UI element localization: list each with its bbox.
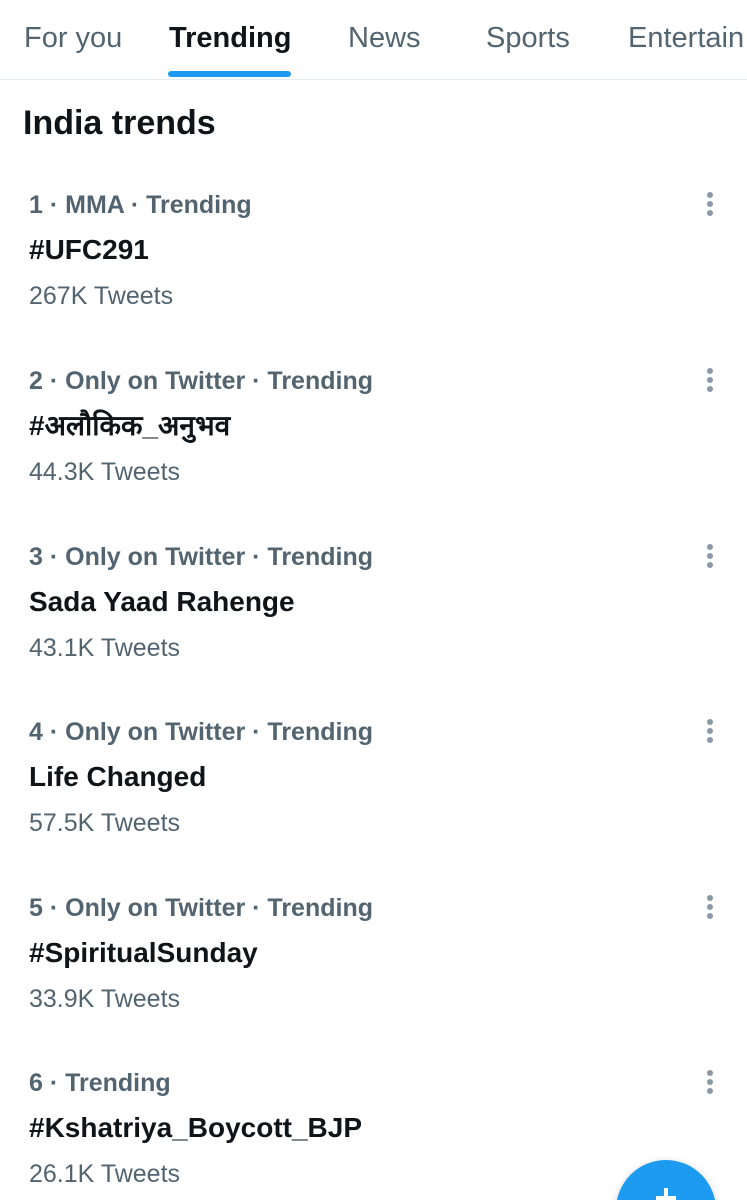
more-vertical-icon	[707, 1070, 713, 1094]
trend-count: 44.3K Tweets	[29, 458, 181, 486]
explore-tabs: For you Trending News Sports Entertain	[0, 0, 747, 80]
trend-item[interactable]: 3 · Only on Twitter · Trending Sada Yaad…	[0, 542, 747, 718]
trend-item[interactable]: 4 · Only on Twitter · Trending Life Chan…	[0, 717, 747, 893]
trend-name: Sada Yaad Rahenge	[29, 586, 295, 617]
trend-meta: 3 · Only on Twitter · Trending	[29, 543, 373, 571]
plus-icon	[656, 1188, 676, 1200]
trend-count: 43.1K Tweets	[29, 634, 181, 662]
explore-page: For you Trending News Sports Entertain I…	[0, 0, 747, 1200]
more-options-button[interactable]	[690, 887, 730, 927]
trend-name: #Kshatriya_Boycott_BJP	[29, 1112, 363, 1143]
trend-item[interactable]: 1 · MMA · Trending #UFC291 267K Tweets	[0, 190, 747, 366]
tab-entertainment[interactable]: Entertain	[628, 20, 744, 56]
trend-meta: 1 · MMA · Trending	[29, 191, 252, 219]
trend-count: 26.1K Tweets	[29, 1160, 181, 1188]
active-tab-indicator	[168, 71, 291, 77]
more-options-button[interactable]	[690, 711, 730, 751]
more-vertical-icon	[707, 895, 713, 919]
more-vertical-icon	[707, 368, 713, 392]
more-vertical-icon	[707, 544, 713, 568]
trend-count: 33.9K Tweets	[29, 985, 181, 1013]
more-options-button[interactable]	[690, 1062, 730, 1102]
trend-meta: 5 · Only on Twitter · Trending	[29, 894, 373, 922]
trend-item[interactable]: 2 · Only on Twitter · Trending #अलौकिक_अ…	[0, 366, 747, 542]
trend-name: Life Changed	[29, 761, 207, 792]
trend-count: 267K Tweets	[29, 282, 174, 310]
tab-news[interactable]: News	[348, 20, 421, 56]
trend-meta: 6 · Trending	[29, 1069, 171, 1097]
tab-for-you[interactable]: For you	[24, 20, 122, 56]
tab-trending[interactable]: Trending	[169, 20, 291, 56]
trend-count: 57.5K Tweets	[29, 809, 181, 837]
trend-name: #SpiritualSunday	[29, 937, 258, 968]
more-vertical-icon	[707, 719, 713, 743]
trend-name: #अलौकिक_अनुभव	[29, 410, 231, 441]
more-options-button[interactable]	[690, 360, 730, 400]
trend-name: #UFC291	[29, 234, 149, 265]
more-options-button[interactable]	[690, 184, 730, 224]
more-vertical-icon	[707, 192, 713, 216]
section-title: India trends	[23, 104, 216, 142]
trend-meta: 2 · Only on Twitter · Trending	[29, 367, 373, 395]
trend-meta: 4 · Only on Twitter · Trending	[29, 718, 373, 746]
trend-item[interactable]: 5 · Only on Twitter · Trending #Spiritua…	[0, 893, 747, 1069]
tab-sports[interactable]: Sports	[486, 20, 570, 56]
more-options-button[interactable]	[690, 536, 730, 576]
